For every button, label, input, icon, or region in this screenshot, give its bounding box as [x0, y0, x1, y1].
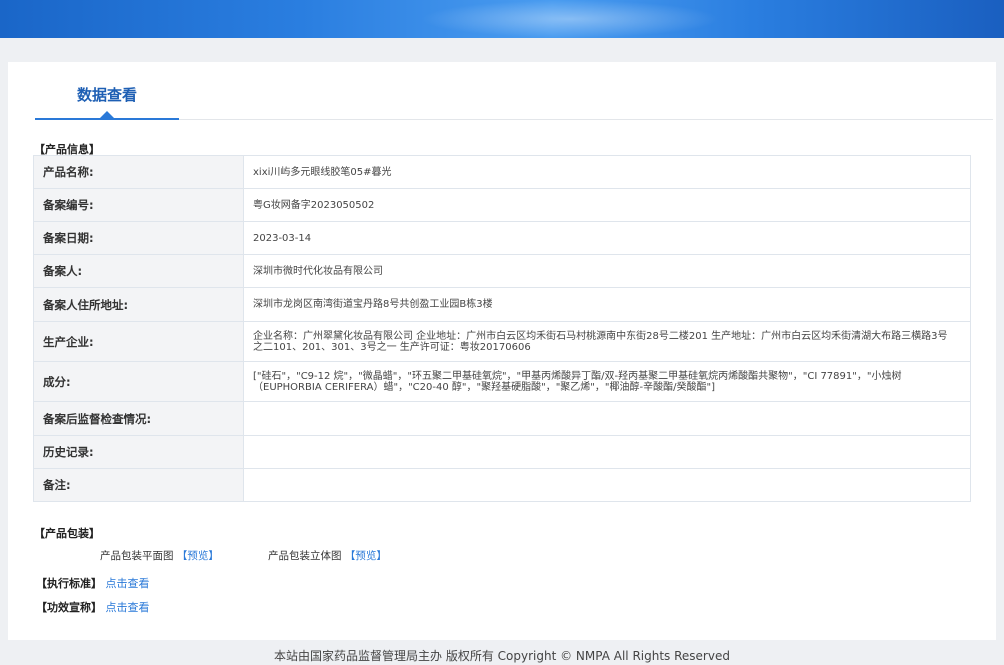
- info-row: 产品名称: xixi川屿多元眼线胶笔05#暮光: [33, 155, 971, 189]
- tab-data-view[interactable]: 数据查看: [35, 82, 179, 120]
- info-row-label: 备注:: [33, 468, 244, 502]
- info-row: 备案后监督检查情况:: [33, 401, 971, 436]
- info-row-value: ["硅石"，"C9-12 烷"，"微晶蜡"，"环五聚二甲基硅氧烷"，"甲基丙烯酸…: [243, 361, 971, 402]
- info-row-label: 历史记录:: [33, 435, 244, 469]
- info-row-label: 备案后监督检查情况:: [33, 401, 244, 436]
- package-solid-label: 产品包装立体图: [268, 550, 342, 562]
- info-row-value: 企业名称：广州翠黛化妆品有限公司 企业地址：广州市白云区均禾街石马村桃源南中东街…: [243, 321, 971, 362]
- product-info-table: 产品名称: xixi川屿多元眼线胶笔05#暮光 备案编号: 粤G妆网备字2023050…: [33, 155, 971, 502]
- page-footer: 本站由国家药品监督管理局主办 版权所有 Copyright © NMPA All…: [274, 649, 730, 663]
- package-flat-label: 产品包装平面图: [100, 550, 174, 562]
- info-row: 备案人: 深圳市微时代化妆品有限公司: [33, 254, 971, 288]
- header-banner: [0, 0, 1004, 38]
- package-flat-row: 产品包装平面图 【预览】: [100, 548, 219, 563]
- efficacy-label: 【功效宣称】: [36, 601, 102, 614]
- info-row-label: 备案人:: [33, 254, 244, 288]
- info-row-value: 2023-03-14: [243, 221, 971, 255]
- info-row-label: 备案日期:: [33, 221, 244, 255]
- info-row-label: 成分:: [33, 361, 244, 402]
- info-row-value: 深圳市微时代化妆品有限公司: [243, 254, 971, 288]
- efficacy-view-link[interactable]: 点击查看: [106, 601, 150, 614]
- info-row-label: 生产企业:: [33, 321, 244, 362]
- info-row-value: [243, 468, 971, 502]
- info-row-value: [243, 401, 971, 436]
- info-row-label: 产品名称:: [33, 155, 244, 189]
- standard-row: 【执行标准】 点击查看: [36, 575, 150, 591]
- info-row-label: 备案人住所地址:: [33, 287, 244, 322]
- content-card: 数据查看 【产品信息】 产品名称: xixi川屿多元眼线胶笔05#暮光 备案编号: 粤…: [8, 62, 996, 640]
- package-solid-row: 产品包装立体图 【预览】: [268, 548, 387, 563]
- info-row: 备案日期: 2023-03-14: [33, 221, 971, 255]
- packaging-title: 【产品包装】: [34, 527, 100, 540]
- info-row-value: xixi川屿多元眼线胶笔05#暮光: [243, 155, 971, 189]
- info-row: 历史记录:: [33, 435, 971, 469]
- package-flat-preview-link[interactable]: 【预览】: [177, 550, 219, 562]
- tab-label: 数据查看: [76, 86, 137, 104]
- tab-bar: 数据查看: [35, 82, 993, 120]
- info-row: 生产企业: 企业名称：广州翠黛化妆品有限公司 企业地址：广州市白云区均禾街石马村桃…: [33, 321, 971, 362]
- info-row-value: 深圳市龙岗区南湾街道宝丹路8号共创盈工业园B栋3楼: [243, 287, 971, 322]
- info-row: 备案人住所地址: 深圳市龙岗区南湾街道宝丹路8号共创盈工业园B栋3楼: [33, 287, 971, 322]
- banner-glow: [420, 0, 720, 38]
- info-row-label: 备案编号:: [33, 188, 244, 222]
- efficacy-row: 【功效宣称】 点击查看: [36, 599, 150, 615]
- tab-caret-icon: [100, 111, 114, 118]
- info-row: 备注:: [33, 468, 971, 502]
- package-solid-preview-link[interactable]: 【预览】: [345, 550, 387, 562]
- info-row-value: [243, 435, 971, 469]
- info-row-value: 粤G妆网备字2023050502: [243, 188, 971, 222]
- standard-view-link[interactable]: 点击查看: [106, 577, 150, 590]
- standard-label: 【执行标准】: [36, 577, 102, 590]
- info-row: 成分: ["硅石"，"C9-12 烷"，"微晶蜡"，"环五聚二甲基硅氧烷"，"甲基…: [33, 361, 971, 402]
- info-row: 备案编号: 粤G妆网备字2023050502: [33, 188, 971, 222]
